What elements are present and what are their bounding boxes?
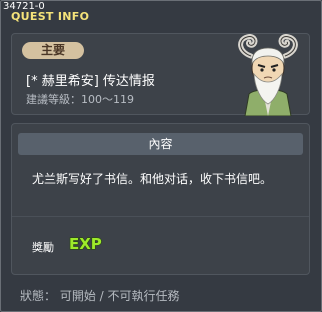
quest-header-panel: 主要 [* 赫里希安] 传达情报 建議等級：100～119 bbox=[11, 33, 310, 116]
quest-name: [* 赫里希安] 传达情报 bbox=[26, 74, 155, 89]
quest-description: 尤兰斯写好了书信。和他对话，收下书信吧。 bbox=[32, 172, 273, 186]
quest-content-panel: 內容 尤兰斯写好了书信。和他对话，收下书信吧。 獎勵 EXP bbox=[11, 123, 310, 275]
window-title: QUEST INFO bbox=[11, 10, 90, 23]
reward-divider bbox=[12, 216, 309, 217]
svg-text:EXP: EXP bbox=[69, 235, 102, 253]
reward-label: 獎勵 bbox=[32, 241, 54, 254]
quest-status: 狀態： 可開始 / 不可執行任務 bbox=[20, 289, 180, 303]
quest-info-window: 34721-0 QUEST INFO 主要 [* 赫里希安] 传达情报 建議等級… bbox=[0, 0, 322, 312]
npc-portrait-icon bbox=[238, 34, 298, 116]
quest-recommended-level: 建議等級：100～119 bbox=[26, 93, 134, 106]
quest-category-tag: 主要 bbox=[22, 42, 84, 59]
content-header: 內容 bbox=[18, 133, 303, 155]
exp-icon: EXP bbox=[68, 234, 102, 253]
